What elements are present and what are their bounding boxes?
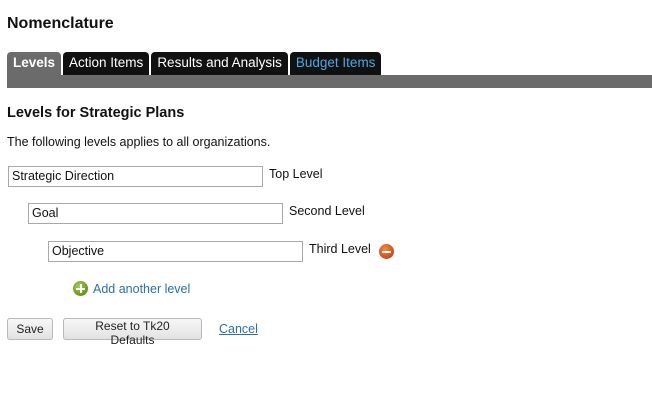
tab-action-items[interactable]: Action Items: [63, 52, 150, 75]
second-level-input[interactable]: [28, 202, 283, 224]
reset-defaults-button[interactable]: Reset to Tk20 Defaults: [63, 318, 202, 347]
remove-level-icon[interactable]: [378, 244, 394, 259]
add-icon: [73, 281, 88, 296]
top-level-input[interactable]: [8, 165, 263, 187]
tab-strip: Levels Action Items Results and Analysis…: [7, 52, 382, 75]
tab-budget-items[interactable]: Budget Items: [289, 52, 382, 75]
level-row-second: Second Level: [28, 202, 365, 224]
top-level-label: Top Level: [269, 167, 323, 181]
page-title: Nomenclature: [7, 15, 114, 32]
cancel-link[interactable]: Cancel: [219, 322, 258, 336]
section-description: The following levels applies to all orga…: [7, 135, 271, 149]
add-another-level-label: Add another level: [93, 281, 191, 296]
level-row-third: Third Level: [48, 240, 394, 262]
tab-content-bar: [7, 75, 652, 88]
tab-results-and-analysis[interactable]: Results and Analysis: [151, 52, 288, 75]
save-button[interactable]: Save: [7, 318, 53, 340]
add-another-level-link[interactable]: Add another level: [73, 281, 190, 296]
third-level-input[interactable]: [48, 240, 303, 262]
second-level-label: Second Level: [289, 204, 365, 218]
third-level-label: Third Level: [309, 242, 371, 256]
section-title: Levels for Strategic Plans: [7, 105, 185, 121]
tab-levels[interactable]: Levels: [7, 52, 62, 75]
level-row-top: Top Level: [8, 165, 323, 187]
